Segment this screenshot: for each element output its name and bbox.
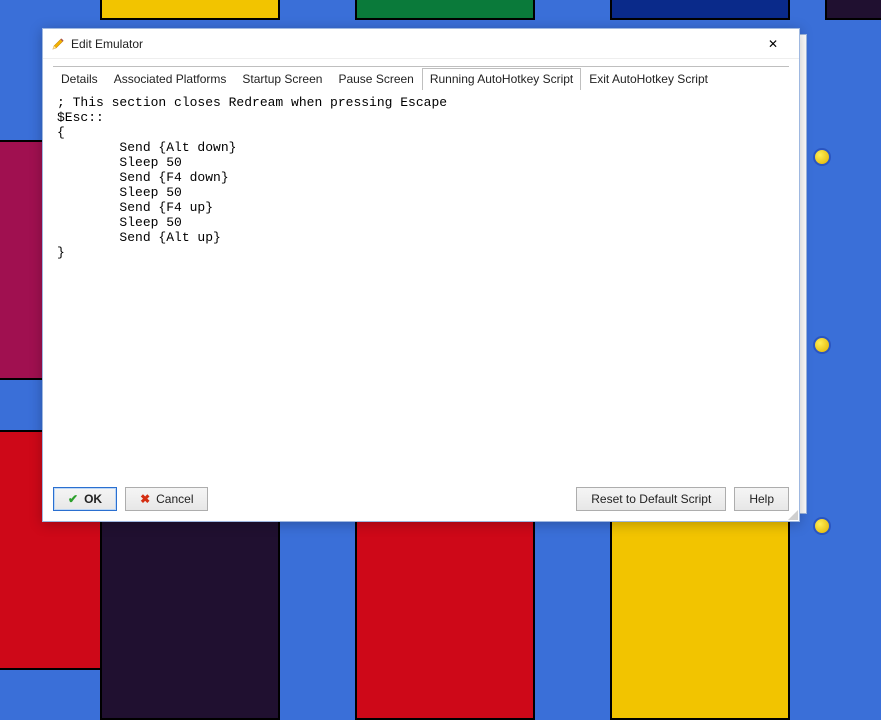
favorite-badge — [813, 517, 831, 535]
cross-icon: ✖ — [140, 492, 150, 506]
close-icon: ✕ — [768, 37, 778, 51]
tab-startup-screen[interactable]: Startup Screen — [234, 68, 330, 90]
edit-emulator-dialog: Edit Emulator ✕ Details Associated Platf… — [42, 28, 800, 522]
favorite-badge — [813, 148, 831, 166]
cancel-label: Cancel — [156, 492, 193, 506]
ok-label: OK — [84, 492, 102, 506]
script-editor[interactable] — [53, 91, 789, 469]
tab-pause-screen[interactable]: Pause Screen — [330, 68, 421, 90]
reset-to-default-button[interactable]: Reset to Default Script — [576, 487, 726, 511]
titlebar[interactable]: Edit Emulator ✕ — [43, 29, 799, 59]
window-title: Edit Emulator — [71, 37, 143, 51]
favorite-badge — [813, 336, 831, 354]
check-icon: ✔ — [68, 492, 78, 506]
resize-grip[interactable] — [785, 507, 799, 521]
cancel-button[interactable]: ✖ Cancel — [125, 487, 208, 511]
tab-exit-autohotkey-script[interactable]: Exit AutoHotkey Script — [581, 68, 716, 90]
help-label: Help — [749, 492, 774, 506]
help-button[interactable]: Help — [734, 487, 789, 511]
close-button[interactable]: ✕ — [755, 32, 791, 56]
tab-underline — [53, 66, 789, 67]
pencil-icon — [51, 37, 65, 51]
tab-running-autohotkey-script[interactable]: Running AutoHotkey Script — [422, 68, 581, 90]
reset-label: Reset to Default Script — [591, 492, 711, 506]
ok-button[interactable]: ✔ OK — [53, 487, 117, 511]
script-editor-wrap — [53, 91, 789, 469]
tab-associated-platforms[interactable]: Associated Platforms — [106, 68, 235, 90]
tab-details[interactable]: Details — [53, 68, 106, 90]
button-row: ✔ OK ✖ Cancel Reset to Default Script He… — [43, 479, 799, 521]
tabstrip: Details Associated Platforms Startup Scr… — [43, 59, 799, 89]
